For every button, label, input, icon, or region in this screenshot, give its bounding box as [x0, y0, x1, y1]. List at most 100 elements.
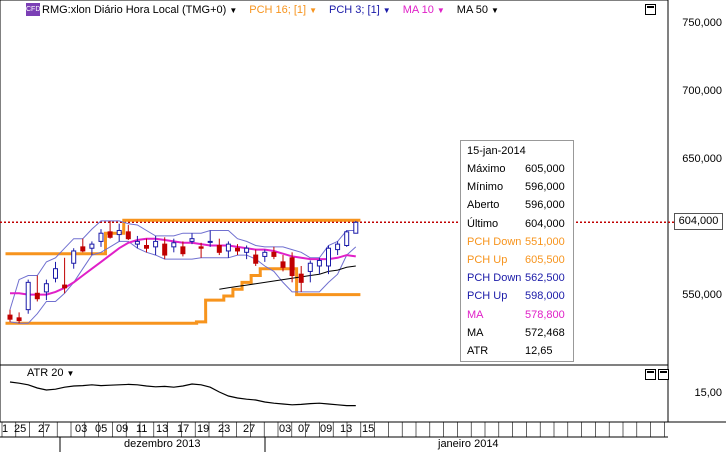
candle-body [326, 247, 331, 267]
chart-window: CFD RMG:xlon Diário Hora Local (TMG+0) ▼… [0, 0, 726, 452]
legend-pch16-label: PCH 16; [1] [249, 4, 307, 16]
atr-label[interactable]: ATR 20 ▼ [27, 367, 74, 379]
x-tick-label: 17 [177, 423, 190, 435]
info-row: PCH Up 605,500 [467, 251, 571, 269]
info-row-value: 598,000 [525, 290, 565, 303]
chevron-down-icon: ▼ [229, 5, 238, 15]
minimize-atr-button[interactable] [645, 369, 656, 380]
info-row-key: Máximo [467, 163, 506, 175]
info-row-key: Mínimo [467, 181, 504, 194]
info-row-value: 596,000 [525, 199, 565, 212]
x-tick-label: 25 [14, 423, 27, 435]
candle-body [89, 243, 95, 249]
candle-body [25, 281, 31, 311]
info-row: PCH Down 562,500 [467, 269, 571, 287]
candle-body [280, 261, 286, 268]
atr-line [9, 381, 356, 407]
candle-body [80, 246, 86, 252]
info-row: Aberto 596,000 [467, 196, 571, 214]
candle-body [298, 273, 304, 283]
candle-body [53, 268, 58, 279]
chart-legend: RMG:xlon Diário Hora Local (TMG+0) ▼ PCH… [42, 2, 499, 18]
info-row-value: 596,000 [525, 181, 565, 194]
month-label-dec: dezembro 2013 [124, 438, 201, 450]
candle-body [344, 231, 350, 246]
x-tick-label: 11 [136, 423, 148, 435]
info-row-value: 12,65 [525, 345, 553, 357]
legend-ma50-label: MA 50 [456, 4, 488, 16]
info-box: 15-jan-2014 Máximo 605,000 Mínimo 596,000 Ab… [460, 140, 574, 362]
info-row-key: PCH Up [467, 290, 508, 303]
x-tick-label: 09 [116, 423, 129, 435]
x-tick-label: 09 [320, 423, 333, 435]
candle-body [71, 250, 77, 264]
info-row-key: PCH Up [467, 254, 508, 266]
candle-body [316, 260, 322, 267]
info-row: Último 604,000 [467, 215, 571, 233]
candle-body [153, 240, 159, 248]
legend-symbol[interactable]: RMG:xlon Diário Hora Local (TMG+0) ▼ [42, 4, 237, 16]
y-tick-label: 650,000 [682, 153, 722, 165]
legend-pch3[interactable]: PCH 3; [1] ▼ [329, 4, 391, 16]
maximize-main-button[interactable] [645, 4, 656, 15]
x-tick-label: 27 [38, 423, 51, 435]
candle-body [62, 284, 68, 289]
info-row-key: MA [467, 326, 484, 339]
info-date: 15-jan-2014 [467, 145, 526, 157]
info-row: PCH Down 551,000 [467, 233, 571, 251]
y-tick-label: 700,000 [682, 85, 722, 97]
candle-body [271, 251, 277, 257]
x-tick-label: 03 [75, 423, 88, 435]
info-row-value: 604,000 [525, 217, 565, 230]
candle-body [134, 240, 140, 245]
x-tick-label: 15 [362, 423, 375, 435]
x-tick-label: 13 [340, 423, 353, 435]
atr-label-text: ATR 20 [27, 367, 64, 379]
candle-body [307, 262, 313, 272]
info-row: PCH Up 598,000 [467, 287, 571, 305]
info-row-key: PCH Down [467, 272, 522, 285]
x-tick-label: 05 [95, 423, 108, 435]
x-tick-label: 1 [2, 423, 9, 435]
chevron-down-icon: ▼ [66, 368, 75, 378]
info-row: MA 572,468 [467, 324, 571, 342]
info-row: Máximo 605,000 [467, 160, 571, 178]
current-price-label: 604,000 [674, 213, 723, 230]
info-row-key: MA [467, 308, 484, 321]
candle-body [171, 242, 177, 248]
candle-body [116, 229, 122, 236]
x-tick-label: 13 [156, 423, 169, 435]
chevron-down-icon: ▼ [382, 5, 391, 15]
chevron-down-icon: ▼ [436, 5, 445, 15]
candle-body [16, 317, 22, 322]
chevron-down-icon: ▼ [490, 5, 499, 15]
maximize-atr-button[interactable] [658, 369, 669, 380]
legend-ma10[interactable]: MA 10 ▼ [403, 4, 445, 16]
candle-body [353, 221, 359, 234]
x-tick-label: 07 [298, 423, 311, 435]
x-tick-label: 19 [197, 423, 210, 435]
candle-body [144, 244, 149, 249]
candle-body [235, 247, 240, 252]
candle-body [162, 243, 168, 256]
legend-pch16[interactable]: PCH 16; [1] ▼ [249, 4, 317, 16]
atr-y-tick-label: 15,00 [694, 387, 722, 399]
legend-ma50[interactable]: MA 50 ▼ [457, 4, 499, 16]
y-tick-label: 550,000 [682, 289, 722, 301]
chevron-down-icon: ▼ [309, 5, 318, 15]
candle-body [253, 254, 259, 264]
info-row-value: 605,000 [525, 163, 565, 175]
info-row-value: 551,000 [525, 235, 565, 248]
candle-body [98, 232, 104, 242]
info-row: ATR 12,65 [467, 342, 571, 360]
legend-ma10-label: MA 10 [402, 4, 434, 16]
price-chart[interactable] [0, 0, 726, 452]
info-row-key: Último [467, 217, 499, 230]
info-row-value: 562,500 [525, 272, 565, 285]
candle-body [198, 246, 204, 249]
y-tick-label: 750,000 [682, 17, 722, 29]
candle-body [34, 292, 40, 300]
candle-body [43, 283, 49, 293]
candle-body [262, 251, 268, 257]
month-label-jan: janeiro 2014 [438, 438, 499, 450]
